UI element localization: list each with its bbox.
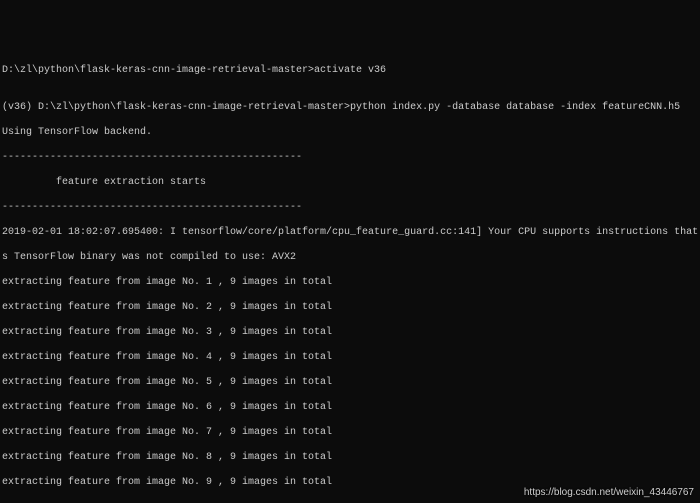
output-line: extracting feature from image No. 2 , 9 … bbox=[2, 302, 700, 315]
output-line: extracting feature from image No. 8 , 9 … bbox=[2, 452, 700, 465]
output-line: extracting feature from image No. 1 , 9 … bbox=[2, 277, 700, 290]
terminal-output[interactable]: D:\zl\python\flask-keras-cnn-image-retri… bbox=[0, 50, 700, 503]
output-line: Using TensorFlow backend. bbox=[2, 127, 700, 140]
output-line: s TensorFlow binary was not compiled to … bbox=[2, 252, 700, 265]
output-line: 2019-02-01 18:02:07.695400: I tensorflow… bbox=[2, 227, 700, 240]
section-heading: feature extraction starts bbox=[2, 177, 700, 190]
prompt-line: D:\zl\python\flask-keras-cnn-image-retri… bbox=[2, 65, 700, 78]
separator-line: ----------------------------------------… bbox=[2, 152, 700, 165]
separator-line: ----------------------------------------… bbox=[2, 202, 700, 215]
output-line: extracting feature from image No. 6 , 9 … bbox=[2, 402, 700, 415]
watermark-text: https://blog.csdn.net/weixin_43446767 bbox=[524, 487, 694, 500]
output-line: extracting feature from image No. 4 , 9 … bbox=[2, 352, 700, 365]
output-line: extracting feature from image No. 5 , 9 … bbox=[2, 377, 700, 390]
output-line: extracting feature from image No. 7 , 9 … bbox=[2, 427, 700, 440]
output-line: extracting feature from image No. 3 , 9 … bbox=[2, 327, 700, 340]
prompt-line: (v36) D:\zl\python\flask-keras-cnn-image… bbox=[2, 102, 700, 115]
